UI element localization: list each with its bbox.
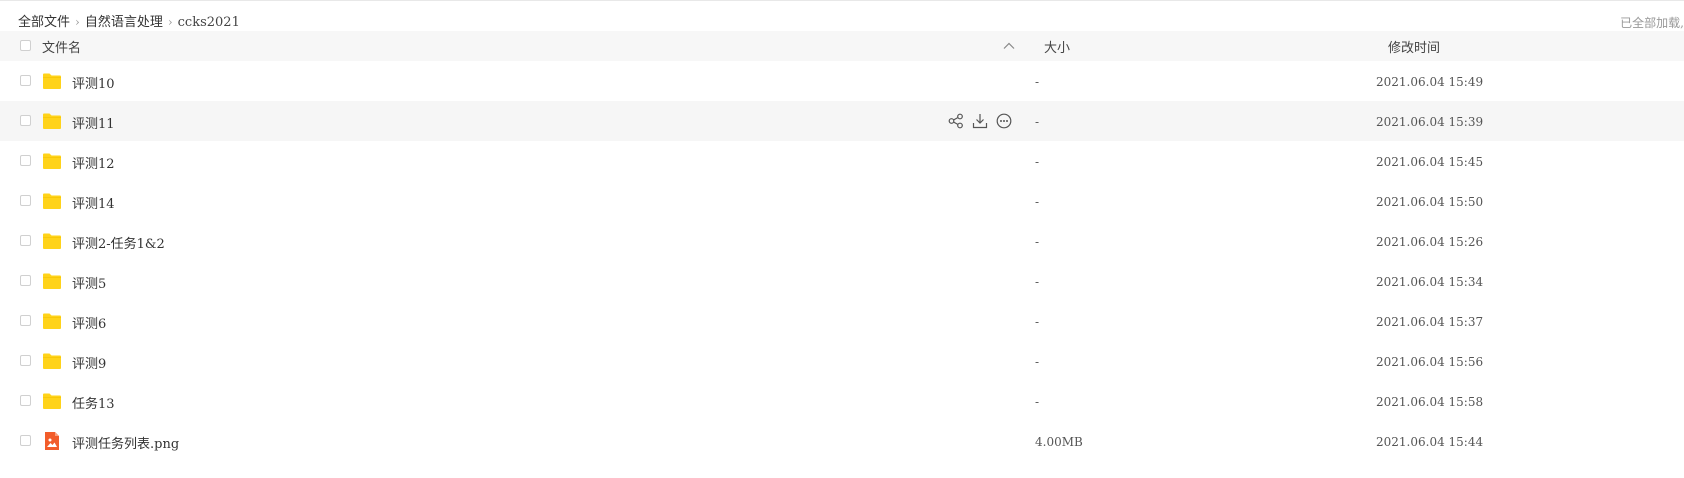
select-all-checkbox[interactable] (20, 40, 31, 51)
row-checkbox[interactable] (20, 435, 31, 446)
folder-icon (42, 191, 62, 211)
file-size: - (1035, 315, 1040, 329)
file-modified-date: 2021.06.04 15:26 (1376, 235, 1484, 249)
table-row[interactable]: 评测5 - 2021.06.04 15:34 (0, 261, 1684, 301)
table-row[interactable]: 任务13 - 2021.06.04 15:58 (0, 381, 1684, 421)
download-icon[interactable] (971, 112, 989, 130)
file-size: - (1035, 235, 1040, 249)
table-row[interactable]: 评测任务列表.png 4.00MB 2021.06.04 15:44 (0, 421, 1684, 461)
file-size: - (1035, 155, 1040, 169)
file-modified-date: 2021.06.04 15:44 (1376, 435, 1484, 449)
file-size: - (1035, 275, 1040, 289)
row-checkbox[interactable] (20, 395, 31, 406)
table-row[interactable]: 评测9 - 2021.06.04 15:56 (0, 341, 1684, 381)
row-checkbox[interactable] (20, 355, 31, 366)
file-browser: 全部文件 › 自然语言处理 › ccks2021 已全部加载, 文件名 大小 修改时间 … (0, 0, 1684, 478)
file-modified-date: 2021.06.04 15:56 (1376, 355, 1484, 369)
column-header-modified[interactable]: 修改时间 (1388, 37, 1440, 56)
breadcrumb-separator-icon: › (75, 15, 80, 29)
file-size: - (1035, 75, 1040, 89)
table-header: 文件名 大小 修改时间 (0, 31, 1684, 61)
file-name[interactable]: 评测12 (72, 153, 115, 172)
file-size: - (1035, 115, 1040, 129)
file-modified-date: 2021.06.04 15:39 (1376, 115, 1484, 129)
file-modified-date: 2021.06.04 15:50 (1376, 195, 1484, 209)
file-size: 4.00MB (1035, 435, 1083, 449)
file-name[interactable]: 任务13 (72, 393, 115, 412)
table-row[interactable]: 评测14 - 2021.06.04 15:50 (0, 181, 1684, 221)
row-actions (947, 112, 1017, 130)
row-checkbox[interactable] (20, 195, 31, 206)
folder-icon (42, 351, 62, 371)
file-name[interactable]: 评测10 (72, 73, 115, 92)
breadcrumb-separator-icon: › (167, 15, 173, 29)
folder-icon (42, 231, 62, 251)
row-checkbox[interactable] (20, 315, 31, 326)
column-header-size[interactable]: 大小 (1044, 37, 1070, 56)
file-size: - (1035, 355, 1040, 369)
table-row[interactable]: 评测10 - 2021.06.04 15:49 (0, 61, 1684, 101)
file-modified-date: 2021.06.04 15:58 (1376, 395, 1484, 409)
breadcrumb-item-current: ccks2021 (177, 15, 240, 30)
table-row[interactable]: 评测11 - 2021.06.04 15:39 (0, 101, 1684, 141)
folder-icon (42, 111, 62, 131)
row-checkbox[interactable] (20, 115, 31, 126)
file-name[interactable]: 评测6 (72, 313, 106, 332)
breadcrumb: 全部文件 › 自然语言处理 › ccks2021 (18, 11, 240, 30)
table-row[interactable]: 评测6 - 2021.06.04 15:37 (0, 301, 1684, 341)
folder-icon (42, 391, 62, 411)
file-modified-date: 2021.06.04 15:49 (1376, 75, 1484, 89)
file-modified-date: 2021.06.04 15:45 (1376, 155, 1484, 169)
file-modified-date: 2021.06.04 15:37 (1376, 315, 1484, 329)
file-name[interactable]: 评测2-任务1&2 (72, 233, 165, 252)
table-row[interactable]: 评测12 - 2021.06.04 15:45 (0, 141, 1684, 181)
file-list: 评测10 - 2021.06.04 15:49 评测11 - 2021.06.04 15:… (0, 61, 1684, 461)
folder-icon (42, 271, 62, 291)
file-name[interactable]: 评测任务列表.png (72, 433, 179, 452)
chevron-up-icon[interactable] (1002, 40, 1016, 52)
row-checkbox[interactable] (20, 155, 31, 166)
file-size: - (1035, 395, 1040, 409)
breadcrumb-item-all-files[interactable]: 全部文件 (18, 15, 70, 30)
folder-icon (42, 311, 62, 331)
file-modified-date: 2021.06.04 15:34 (1376, 275, 1484, 289)
file-name[interactable]: 评测5 (72, 273, 106, 292)
file-size: - (1035, 195, 1040, 209)
folder-icon (42, 71, 62, 91)
row-checkbox[interactable] (20, 275, 31, 286)
folder-icon (42, 151, 62, 171)
file-name[interactable]: 评测14 (72, 193, 115, 212)
row-checkbox[interactable] (20, 75, 31, 86)
more-icon[interactable] (995, 112, 1013, 130)
file-name[interactable]: 评测11 (72, 113, 115, 132)
image-file-icon (42, 431, 62, 451)
row-checkbox[interactable] (20, 235, 31, 246)
column-header-name[interactable]: 文件名 (42, 37, 81, 56)
table-row[interactable]: 评测2-任务1&2 - 2021.06.04 15:26 (0, 221, 1684, 261)
share-icon[interactable] (947, 112, 965, 130)
file-name[interactable]: 评测9 (72, 353, 106, 372)
loaded-status: 已全部加载, (1620, 16, 1684, 30)
breadcrumb-item-nlp[interactable]: 自然语言处理 (85, 15, 163, 30)
